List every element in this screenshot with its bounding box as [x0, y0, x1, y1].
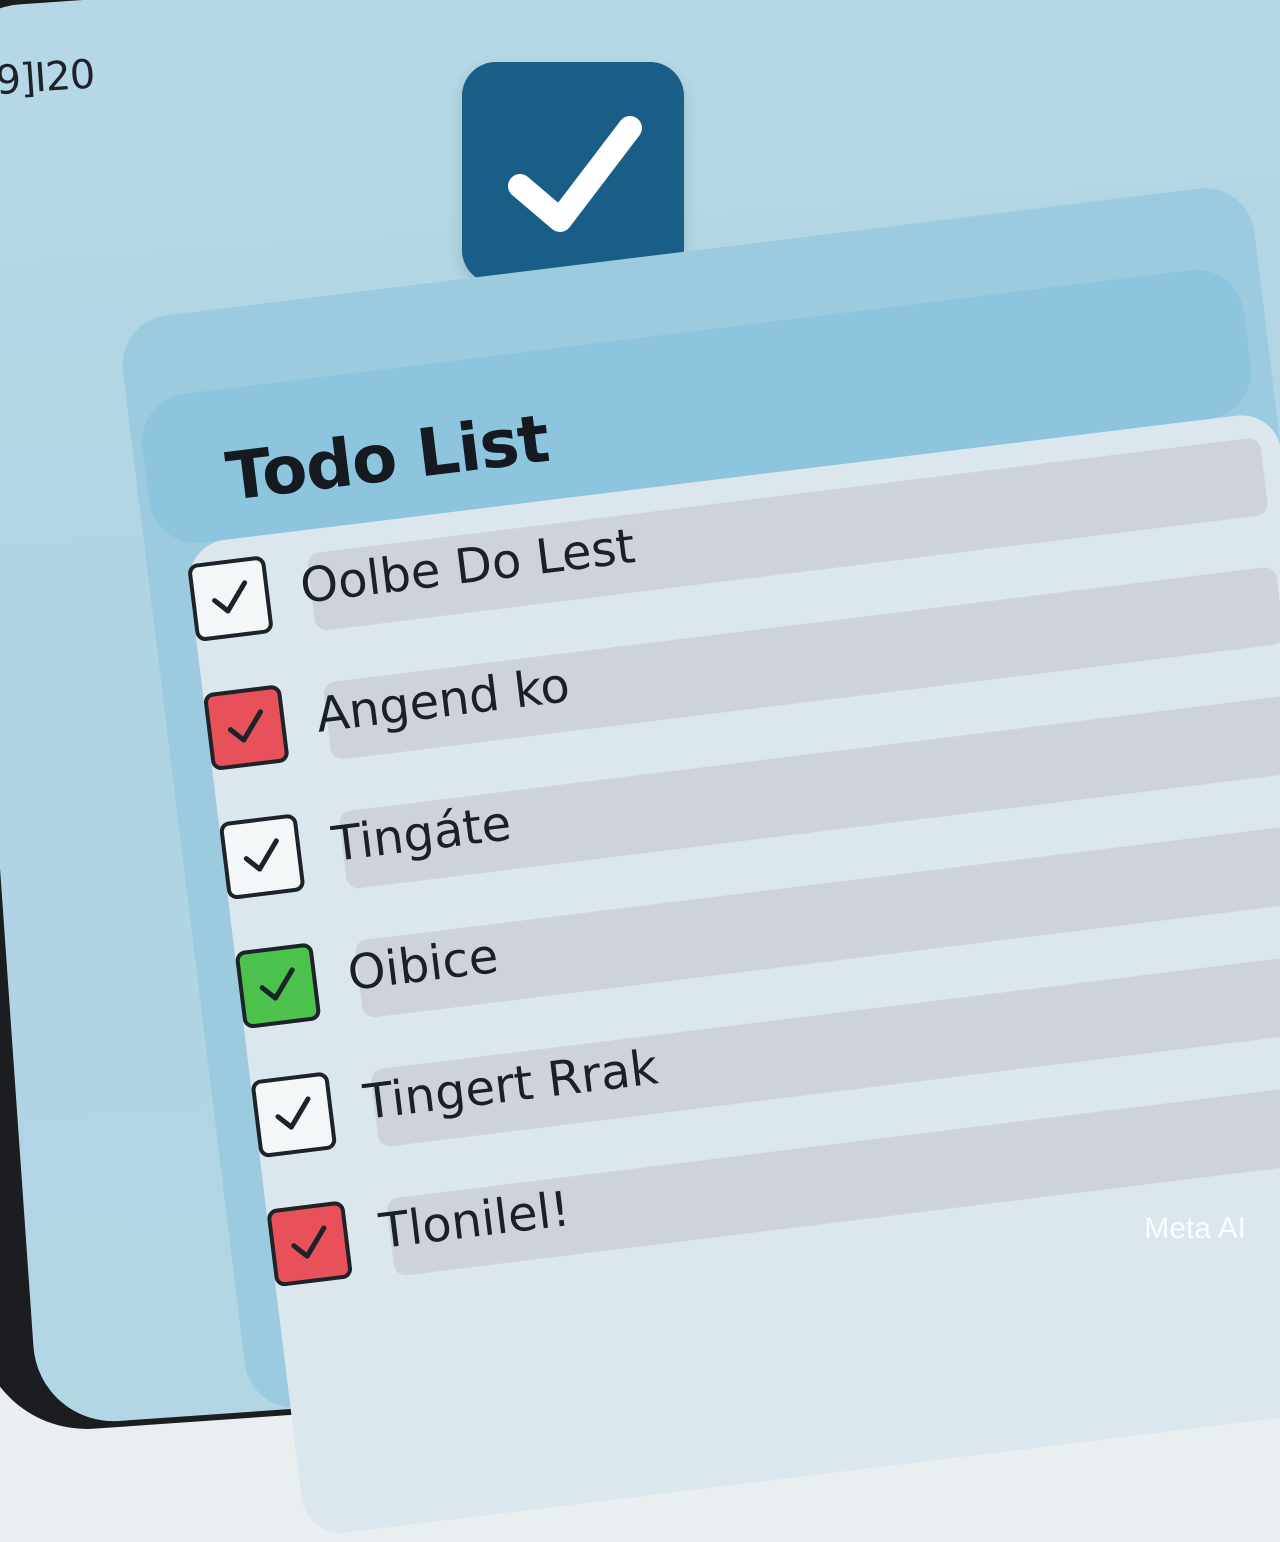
task-checkbox[interactable] — [218, 813, 306, 901]
check-icon — [259, 967, 295, 1001]
check-icon — [243, 838, 279, 872]
watermark: Meta AI — [1144, 1212, 1246, 1245]
task-checkbox[interactable] — [234, 942, 322, 1030]
check-icon — [291, 1225, 327, 1259]
check-icon — [212, 580, 248, 614]
task-checkbox[interactable] — [202, 684, 290, 772]
task-checkbox[interactable] — [187, 555, 274, 643]
check-icon — [227, 709, 263, 743]
task-checkbox[interactable] — [250, 1071, 338, 1159]
todo-card: Todo List Oolbe Do Lest Angend ko Tingát… — [108, 98, 1280, 1538]
check-icon — [275, 1096, 311, 1130]
task-checkbox[interactable] — [266, 1200, 354, 1288]
status-bar-time: [9]I20 — [0, 51, 96, 106]
